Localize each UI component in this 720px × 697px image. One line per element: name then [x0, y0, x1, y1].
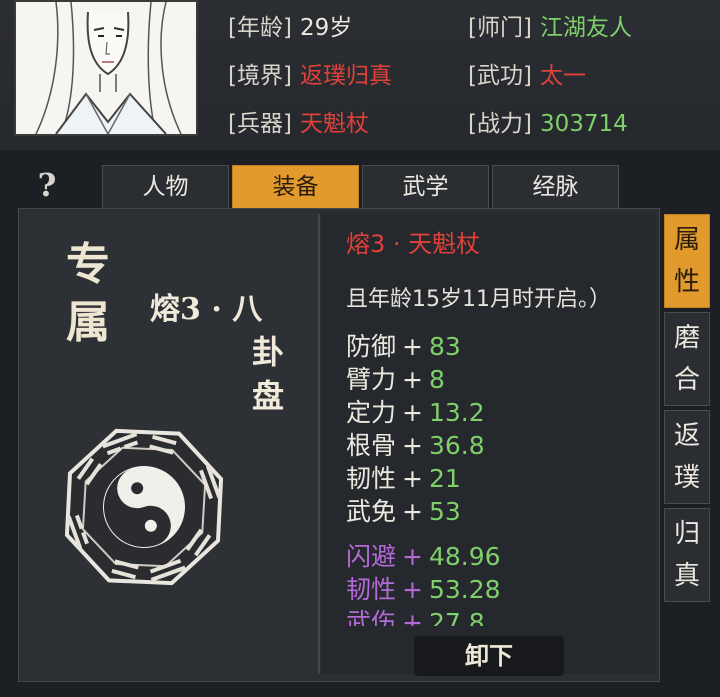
help-icon[interactable]: ?	[30, 166, 64, 206]
stat-plus: +	[402, 332, 423, 361]
item-name-line2: 卦盘	[251, 333, 284, 415]
portrait-drawing	[16, 2, 196, 134]
special-stat-row: 韧性 +53.28	[346, 573, 646, 606]
clipped-description-text	[346, 256, 646, 274]
stat-name: 根骨	[346, 431, 397, 460]
stat-name: 武免	[346, 497, 397, 526]
character-header: [年龄] 29岁 [境界] 返璞归真 [兵器] 天魁杖 [师门] 江湖友人 [武功] 太一…	[0, 0, 720, 150]
special-stat-row: 武伤 +27.8	[346, 606, 646, 626]
stat-value: 27.8	[428, 608, 485, 626]
stat-name: 定力	[346, 398, 397, 427]
stat-plus: +	[402, 464, 423, 493]
base-stats-list: 防御 +83 臂力 +8 定力 +13.2 根骨 +36.8 韧性 +21 武免 +53	[346, 330, 646, 528]
stat-name: 韧性	[346, 575, 397, 604]
weapon-value: 天魁杖	[299, 111, 369, 137]
martial-label: [武功]	[468, 63, 532, 89]
realm-row: [境界] 返璞归真	[228, 56, 392, 90]
special-stat-row: 闪避 +48.96	[346, 540, 646, 573]
side-tab-label: 归真	[674, 519, 701, 591]
item-description: 且年龄15岁11月时开启。）	[346, 287, 611, 312]
stat-value: 83	[428, 332, 461, 361]
side-tab-break-in[interactable]: 磨合	[664, 312, 710, 406]
exclusive-label: 专属	[66, 239, 110, 348]
stat-value: 53.28	[428, 575, 501, 604]
stat-plus: +	[402, 575, 423, 604]
stat-plus: +	[402, 398, 423, 427]
pane-divider	[318, 214, 320, 674]
side-tab-label: 返璞	[674, 421, 701, 493]
age-label: [年龄]	[228, 15, 292, 41]
special-stats-list: 闪避 +48.96 韧性 +53.28 武伤 +27.8	[346, 540, 646, 626]
tab-character[interactable]: 人物	[102, 165, 229, 209]
stat-row: 武免 +53	[346, 495, 646, 528]
stat-name: 韧性	[346, 464, 397, 493]
power-row: [战力] 303714	[468, 104, 628, 138]
side-tab-attributes[interactable]: 属性	[664, 214, 710, 308]
stat-plus: +	[402, 365, 423, 394]
stat-row: 韧性 +21	[346, 462, 646, 495]
stat-plus: +	[402, 542, 423, 571]
weapon-label: [兵器]	[228, 111, 292, 137]
item-name-line1: 熔3 · 八	[150, 292, 263, 327]
realm-value: 返璞归真	[299, 63, 392, 89]
stat-name: 武伤	[346, 608, 397, 626]
martial-value: 太一	[539, 63, 586, 89]
stat-value: 13.2	[428, 398, 485, 427]
school-value: 江湖友人	[539, 15, 632, 41]
stat-row: 防御 +83	[346, 330, 646, 363]
school-row: [师门] 江湖友人	[468, 8, 632, 42]
stat-row: 臂力 +8	[346, 363, 646, 396]
stat-plus: +	[402, 431, 423, 460]
stat-row: 定力 +13.2	[346, 396, 646, 429]
weapon-row: [兵器] 天魁杖	[228, 104, 369, 138]
stat-value: 53	[428, 497, 461, 526]
stat-value: 8	[428, 365, 445, 394]
stat-value: 36.8	[428, 431, 485, 460]
age-row: [年龄] 29岁	[228, 8, 352, 42]
unequip-button[interactable]: 卸下	[414, 636, 564, 676]
realm-label: [境界]	[228, 63, 292, 89]
power-value: 303714	[539, 111, 628, 137]
stat-name: 臂力	[346, 365, 397, 394]
stat-plus: +	[402, 497, 423, 526]
tab-equipment[interactable]: 装备	[232, 165, 359, 209]
age-value: 29岁	[299, 15, 353, 41]
side-tab-label: 属性	[674, 225, 701, 297]
tab-martial-arts[interactable]: 武学	[362, 165, 489, 209]
stat-row: 根骨 +36.8	[346, 429, 646, 462]
side-tab-return-simplicity[interactable]: 返璞	[664, 410, 710, 504]
stat-plus: +	[402, 608, 423, 626]
side-tab-return-truth[interactable]: 归真	[664, 508, 710, 602]
side-tab-label: 磨合	[674, 323, 701, 395]
character-portrait	[14, 0, 198, 136]
stat-name: 防御	[346, 332, 397, 361]
martial-row: [武功] 太一	[468, 56, 586, 90]
equipped-item-title: 熔3 · 天魁杖	[346, 230, 481, 258]
clipped-description-line	[346, 256, 646, 274]
stat-value: 48.96	[428, 542, 501, 571]
stat-name: 闪避	[346, 542, 397, 571]
power-label: [战力]	[468, 111, 532, 137]
school-label: [师门]	[468, 15, 532, 41]
stat-value: 21	[428, 464, 461, 493]
tab-meridians[interactable]: 经脉	[492, 165, 619, 209]
bagua-plate-icon[interactable]	[56, 422, 232, 592]
